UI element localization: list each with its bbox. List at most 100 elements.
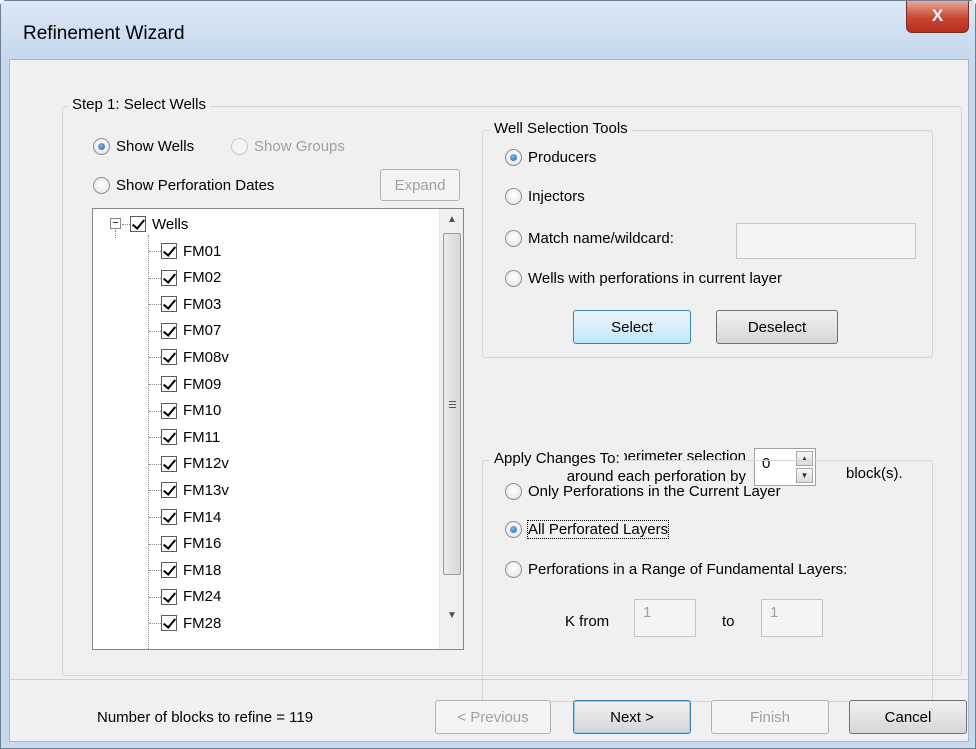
well-label: FM18	[183, 561, 222, 579]
scroll-down-icon[interactable]: ▼	[440, 605, 463, 627]
well-label: FM16	[183, 535, 222, 553]
tree-item-well[interactable]: FM10	[161, 400, 221, 422]
radio-indicator[interactable]	[505, 230, 522, 247]
tree-connector	[148, 235, 149, 649]
well-label: FM01	[183, 242, 222, 260]
well-label: FM03	[183, 295, 222, 313]
tree-item-well[interactable]: FM12v	[161, 453, 229, 475]
tree-scrollbar[interactable]: ▲ ▼	[439, 209, 463, 649]
k-from-label: K from	[565, 613, 610, 630]
deselect-button[interactable]: Deselect	[716, 310, 838, 344]
all-layers-radio[interactable]: All Perforated Layers	[505, 520, 670, 539]
well-checkbox[interactable]	[161, 243, 177, 259]
well-label: FM24	[183, 588, 222, 606]
radio-indicator[interactable]	[93, 177, 110, 194]
finish-button: Finish	[711, 700, 829, 734]
radio-indicator[interactable]	[505, 149, 522, 166]
well-checkbox[interactable]	[161, 296, 177, 313]
radio-indicator[interactable]	[505, 188, 522, 205]
well-label: FM14	[183, 508, 222, 526]
range-layers-label: Perforations in a Range of Fundamental L…	[528, 561, 848, 578]
tree-item-well[interactable]: FM24	[161, 586, 221, 608]
well-checkbox[interactable]	[161, 269, 177, 286]
show-perforation-dates-label: Show Perforation Dates	[116, 177, 275, 194]
well-checkbox[interactable]	[161, 588, 177, 605]
expand-button: Expand	[380, 169, 460, 201]
tree-root-wells[interactable]: Wells	[130, 213, 188, 235]
step1-legend: Step 1: Select Wells	[68, 96, 210, 113]
tree-connector	[149, 330, 161, 332]
range-layers-radio[interactable]: Perforations in a Range of Fundamental L…	[505, 561, 847, 578]
well-checkbox[interactable]	[161, 322, 177, 339]
well-checkbox[interactable]	[161, 562, 177, 579]
scroll-thumb[interactable]	[443, 233, 461, 575]
tree-item-well[interactable]: FM13v	[161, 479, 229, 501]
tree-item-well[interactable]: FM16	[161, 533, 221, 555]
cancel-button[interactable]: Cancel	[849, 700, 967, 734]
tree-connector	[149, 304, 161, 306]
tree-connector	[149, 596, 161, 598]
tree-connector	[149, 410, 161, 412]
k-to-input: 1	[761, 599, 823, 637]
well-checkbox[interactable]	[161, 376, 177, 392]
tree-item-well[interactable]: FM14	[161, 506, 221, 528]
well-checkbox[interactable]	[161, 535, 177, 552]
wells-tree[interactable]: − Wells FM01 FM02 FM03 FM07 FM08v FM09 FM10 FM1…	[92, 208, 464, 650]
title-bar: Refinement Wizard X	[1, 1, 975, 59]
tree-connector	[149, 277, 161, 279]
well-label: FM12v	[183, 455, 229, 473]
producers-radio[interactable]: Producers	[505, 149, 596, 166]
well-label: FM07	[183, 322, 222, 340]
show-groups-label: Show Groups	[254, 138, 345, 155]
wells-with-perfs-label: Wells with perforations in current layer	[528, 270, 782, 287]
tree-item-well[interactable]: FM02	[161, 267, 221, 289]
close-button[interactable]: X	[906, 1, 969, 33]
well-checkbox[interactable]	[161, 509, 177, 525]
refinement-wizard-window: Refinement Wizard X Step 1: Select Wells…	[0, 0, 976, 749]
dialog-body: Step 1: Select Wells Show Wells Show Gro…	[9, 59, 969, 742]
tree-connector	[149, 357, 161, 359]
well-label: FM10	[183, 402, 222, 420]
tree-item-well[interactable]: FM07	[161, 320, 221, 342]
radio-indicator[interactable]	[93, 138, 110, 155]
well-checkbox[interactable]	[161, 615, 177, 632]
tree-item-well[interactable]: FM18	[161, 559, 221, 581]
tree-item-well[interactable]: FM08v	[161, 346, 229, 368]
wells-checkbox[interactable]	[130, 216, 146, 232]
well-checkbox[interactable]	[161, 455, 177, 472]
all-layers-label: All Perforated Layers	[526, 520, 670, 539]
tree-item-well[interactable]: FM03	[161, 293, 221, 315]
show-wells-radio[interactable]: Show Wells	[93, 138, 194, 155]
next-button[interactable]: Next >	[573, 700, 691, 734]
well-checkbox[interactable]	[161, 402, 177, 419]
tree-connector	[149, 570, 161, 572]
show-perforation-dates-radio[interactable]: Show Perforation Dates	[93, 177, 274, 194]
radio-indicator[interactable]	[505, 521, 522, 538]
scroll-up-icon[interactable]: ▲	[440, 209, 463, 231]
tree-connector	[149, 463, 161, 465]
radio-indicator[interactable]	[505, 270, 522, 287]
footer-separator	[10, 679, 968, 680]
match-name-label: Match name/wildcard:	[528, 230, 674, 247]
tree-connector	[115, 230, 116, 238]
tree-item-well[interactable]: FM11	[161, 426, 220, 448]
current-layer-radio[interactable]: Only Perforations in the Current Layer	[505, 483, 781, 500]
radio-indicator[interactable]	[505, 483, 522, 500]
radio-indicator[interactable]	[505, 561, 522, 578]
injectors-radio[interactable]: Injectors	[505, 188, 585, 205]
tree-connector	[149, 251, 161, 252]
well-checkbox[interactable]	[161, 429, 177, 446]
well-checkbox[interactable]	[161, 349, 177, 366]
tree-item-well[interactable]: FM28	[161, 612, 221, 634]
match-name-input[interactable]	[736, 223, 916, 259]
tree-item-well[interactable]: FM01	[161, 240, 221, 262]
collapse-icon[interactable]: −	[110, 218, 121, 229]
wells-with-perfs-radio[interactable]: Wells with perforations in current layer	[505, 270, 782, 287]
select-button[interactable]: Select	[573, 310, 691, 344]
well-checkbox[interactable]	[161, 482, 177, 499]
apply-changes-legend: Apply Changes To:	[490, 450, 624, 467]
tree-item-well[interactable]: FM09	[161, 373, 221, 395]
k-from-input: 1	[634, 599, 696, 637]
match-name-radio[interactable]: Match name/wildcard:	[505, 230, 674, 247]
window-title: Refinement Wizard	[23, 23, 185, 44]
